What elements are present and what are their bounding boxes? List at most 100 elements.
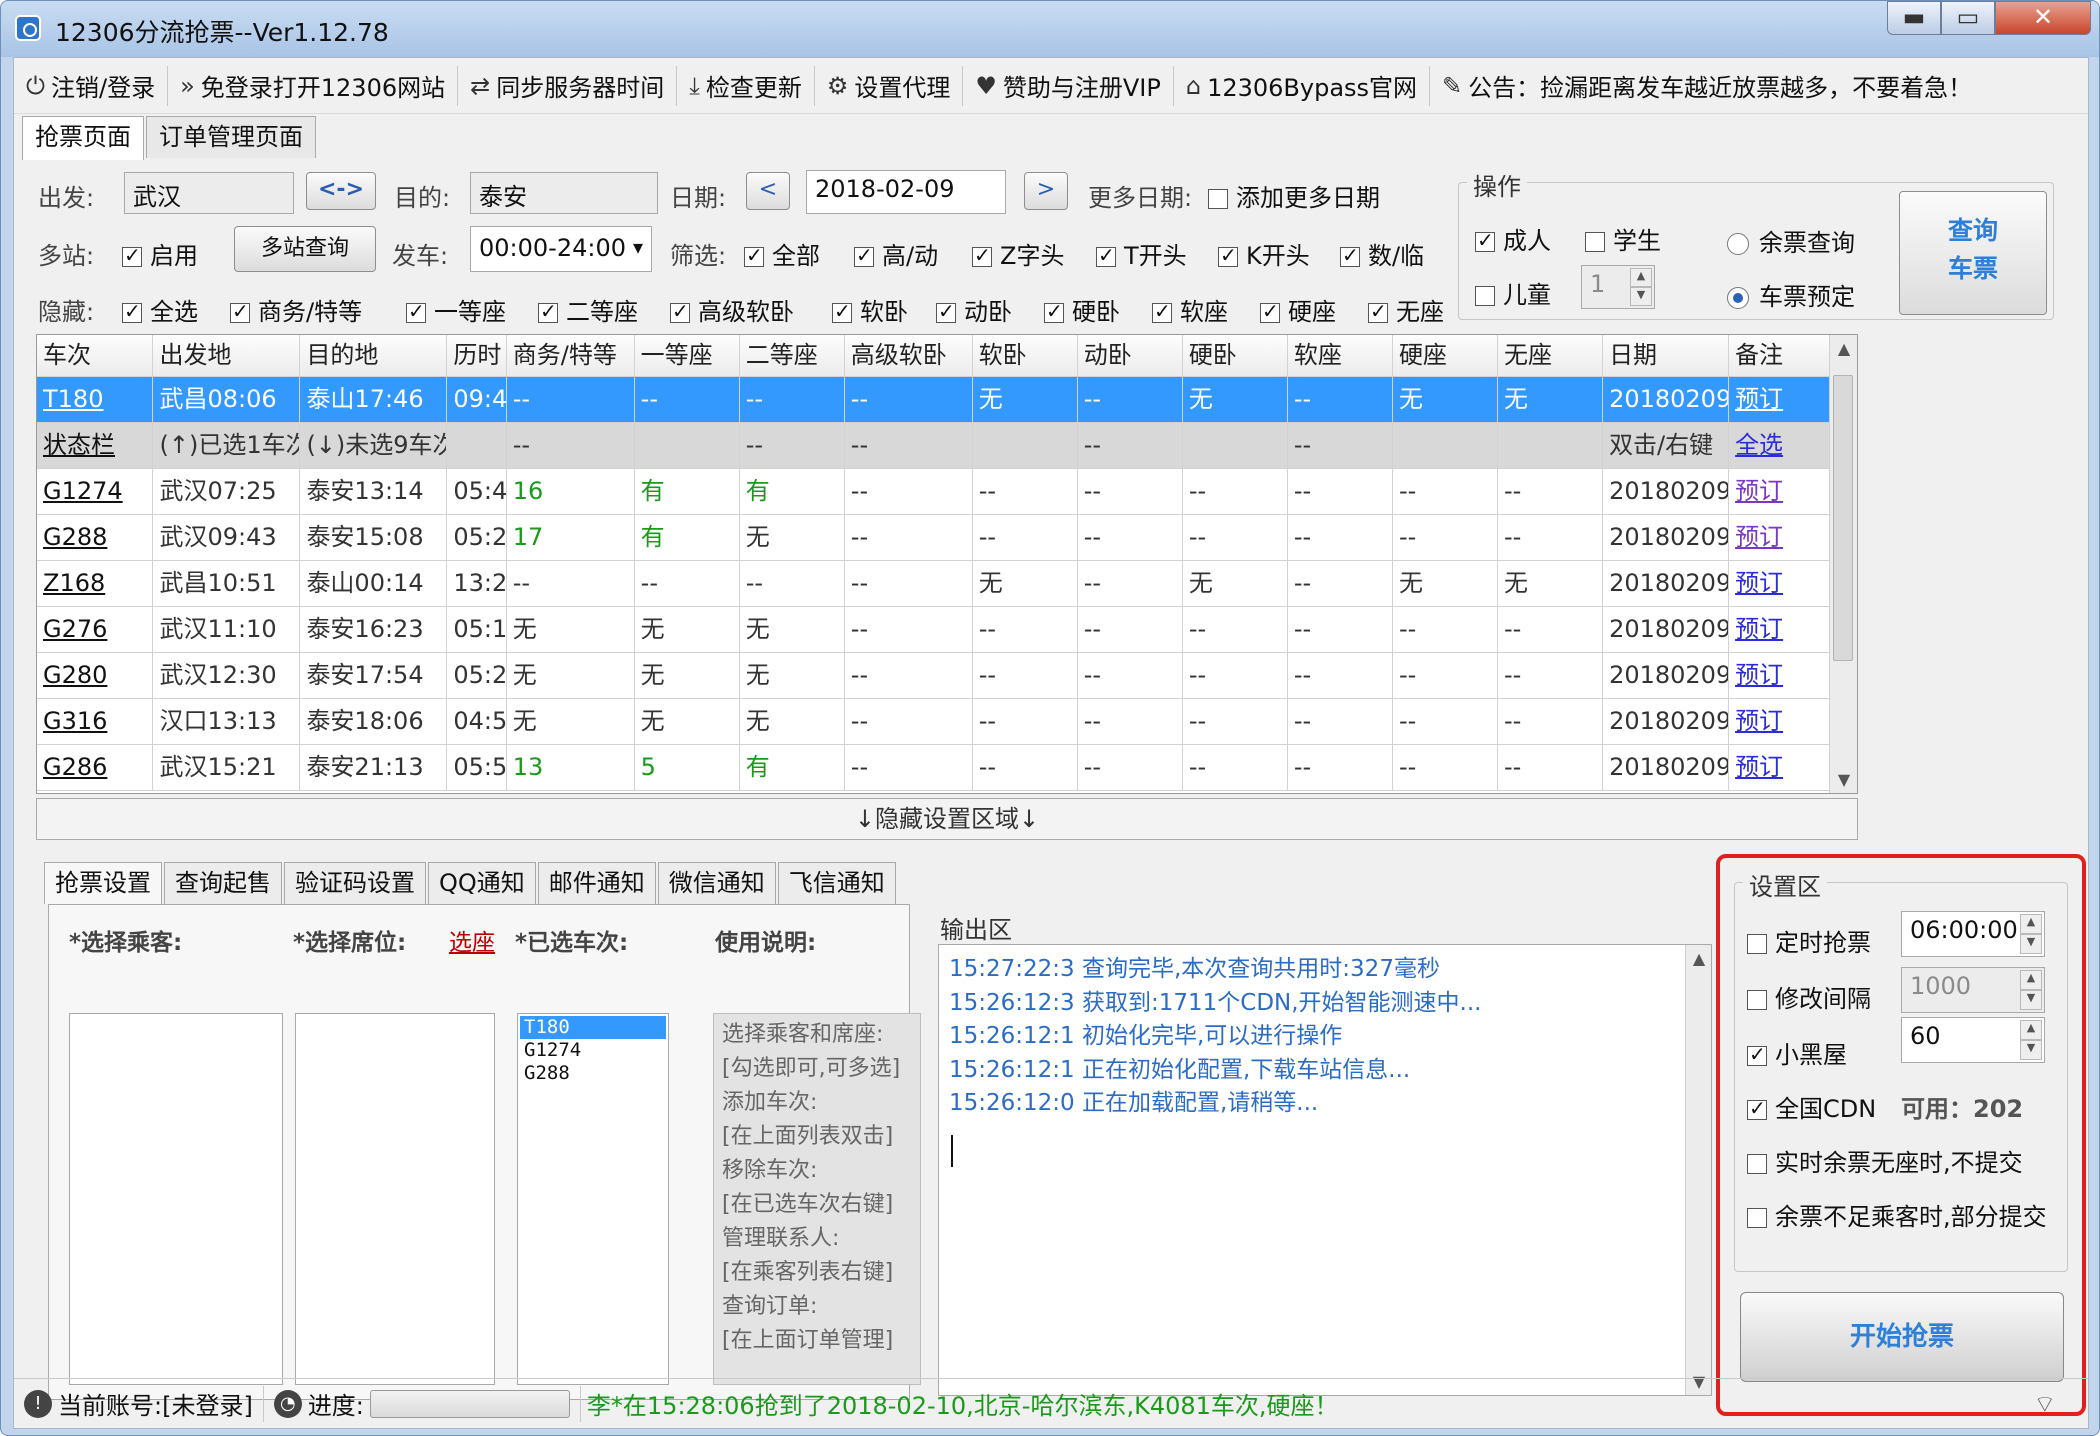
hide-soft-sleeper-checkbox[interactable]: 软卧	[832, 292, 908, 327]
table-row[interactable]: G1274武汉07:25泰安13:1405:4916有有------------…	[37, 469, 1857, 515]
logout-login-button[interactable]: ⏻ 注销/登录	[14, 65, 169, 106]
output-scrollbar[interactable]: ▲ ▼	[1685, 945, 1711, 1395]
filter-t-checkbox[interactable]: T开头	[1096, 236, 1187, 271]
depart-time-select[interactable]: 00:00-24:00 ▾	[470, 226, 652, 272]
maximize-button[interactable]: ▭	[1941, 1, 1995, 35]
official-site-button[interactable]: ⌂ 12306Bypass官网	[1174, 65, 1431, 106]
partial-submit-checkbox[interactable]: 余票不足乘客时,部分提交	[1747, 1197, 2047, 1232]
national-cdn-checkbox[interactable]: 全国CDN	[1747, 1089, 1876, 1124]
minimize-button[interactable]: ▬	[1887, 1, 1941, 35]
hide-soft-seat-checkbox[interactable]: 软座	[1152, 292, 1228, 327]
scroll-down-icon[interactable]: ▼	[1830, 770, 1857, 789]
scroll-up-icon[interactable]: ▲	[1686, 949, 1712, 968]
scroll-thumb[interactable]	[1833, 375, 1853, 661]
stepper-down-icon[interactable]: ▼	[2020, 990, 2042, 1010]
passenger-list[interactable]	[69, 1013, 283, 1385]
tab-fetion-notify[interactable]: 飞信通知	[777, 862, 896, 904]
hide-hard-seat-checkbox[interactable]: 硬座	[1260, 292, 1336, 327]
table-row[interactable]: G286武汉15:21泰安21:1305:52135有-------------…	[37, 745, 1857, 791]
prev-date-button[interactable]: <	[746, 172, 790, 210]
ticket-booking-radio[interactable]: 车票预定	[1727, 277, 1855, 312]
output-log[interactable]: 15:27:22:3 查询完毕,本次查询共用时:327毫秒 15:26:12:3…	[938, 944, 1712, 1396]
from-station-input[interactable]: 武汉	[124, 172, 294, 214]
multi-station-query-button[interactable]: 多站查询	[234, 226, 376, 272]
stepper-up-icon[interactable]: ▲	[2020, 1020, 2042, 1040]
cell-train-no[interactable]: G288	[37, 515, 154, 560]
blackroom-checkbox[interactable]: 小黑屋	[1747, 1035, 1847, 1070]
to-station-input[interactable]: 泰安	[470, 172, 658, 214]
table-scrollbar[interactable]: ▲ ▼	[1829, 335, 1857, 793]
table-row[interactable]: G316汉口13:13泰安18:0604:53无无无--------------…	[37, 699, 1857, 745]
announcement[interactable]: ✎ 公告：捡漏距离发车越近放票越多，不要着急！	[1430, 66, 1984, 106]
list-item[interactable]: G1274	[520, 1039, 666, 1062]
hide-no-seat-checkbox[interactable]: 无座	[1368, 292, 1444, 327]
filter-z-checkbox[interactable]: Z字头	[972, 236, 1064, 271]
sync-time-button[interactable]: ⇄ 同步服务器时间	[458, 65, 678, 106]
close-button[interactable]: ✕	[1995, 1, 2091, 35]
hide-business-checkbox[interactable]: 商务/特等	[230, 292, 362, 327]
list-item[interactable]: T180	[520, 1016, 666, 1039]
filter-num-checkbox[interactable]: 数/临	[1340, 236, 1424, 271]
interval-stepper[interactable]: 1000 ▲ ▼	[1901, 967, 2045, 1013]
hide-settings-toggle[interactable]: ↓隐藏设置区域↓	[36, 798, 1858, 840]
cell-train-no[interactable]: G280	[37, 653, 154, 698]
timed-grab-time-input[interactable]: 06:00:00 ▲ ▼	[1901, 911, 2045, 957]
tab-wechat-notify[interactable]: 微信通知	[657, 862, 776, 904]
table-row[interactable]: Z168武昌10:51泰山00:1413:23--------无--无--无无2…	[37, 561, 1857, 607]
multi-station-enable-checkbox[interactable]: 启用	[122, 236, 198, 271]
next-date-button[interactable]: >	[1024, 172, 1068, 210]
stepper-down-icon[interactable]: ▼	[2020, 934, 2042, 954]
tab-email-notify[interactable]: 邮件通知	[537, 862, 656, 904]
child-checkbox[interactable]: 儿童	[1475, 275, 1551, 310]
cell-train-no[interactable]: Z168	[37, 561, 154, 606]
list-item[interactable]: G288	[520, 1062, 666, 1085]
tab-qq-notify[interactable]: QQ通知	[428, 862, 536, 904]
cell-train-no[interactable]: T180	[37, 377, 154, 422]
sponsor-vip-button[interactable]: ♥ 赞助与注册VIP	[963, 65, 1174, 106]
table-row[interactable]: G288武汉09:43泰安15:0805:2517有无-------------…	[37, 515, 1857, 561]
hide-all-checkbox[interactable]: 全选	[122, 292, 198, 327]
hide-moving-sleeper-checkbox[interactable]: 动卧	[936, 292, 1012, 327]
cell-train-no[interactable]: G286	[37, 745, 154, 790]
filter-gd-checkbox[interactable]: 高/动	[854, 236, 938, 271]
tab-presale-query[interactable]: 查询起售	[164, 862, 282, 904]
realtime-no-seat-checkbox[interactable]: 实时余票无座时,不提交	[1747, 1143, 2023, 1178]
tab-grab-tickets[interactable]: 抢票页面	[22, 116, 144, 160]
blackroom-stepper[interactable]: 60 ▲ ▼	[1901, 1017, 2045, 1063]
table-row[interactable]: 状态栏 (↑)已选1车次 (↓)未选9车次 -- -- -- -- -- 双击/右键 全选	[37, 423, 1857, 469]
filter-k-checkbox[interactable]: K开头	[1218, 236, 1310, 271]
hide-first-class-checkbox[interactable]: 一等座	[406, 292, 506, 327]
swap-stations-button[interactable]: <->	[306, 172, 376, 210]
scroll-up-icon[interactable]: ▲	[1830, 339, 1857, 358]
table-row[interactable]: G280武汉12:30泰安17:5405:24无无无--------------…	[37, 653, 1857, 699]
seat-list[interactable]	[295, 1013, 495, 1385]
stepper-down-icon[interactable]: ▼	[2020, 1040, 2042, 1060]
adult-checkbox[interactable]: 成人	[1475, 221, 1551, 256]
filter-all-checkbox[interactable]: 全部	[744, 236, 820, 271]
student-checkbox[interactable]: 学生	[1585, 221, 1661, 256]
proxy-settings-button[interactable]: ⚙ 设置代理	[815, 65, 964, 106]
hide-deluxe-sleeper-checkbox[interactable]: 高级软卧	[670, 292, 794, 327]
modify-interval-checkbox[interactable]: 修改间隔	[1747, 979, 1871, 1014]
table-row[interactable]: T180武昌08:06泰山17:4609:40--------无--无--无无2…	[37, 377, 1857, 423]
more-date-checkbox[interactable]: 添加更多日期	[1208, 178, 1380, 213]
tab-captcha-settings[interactable]: 验证码设置	[284, 862, 426, 904]
date-input[interactable]: 2018-02-09	[806, 170, 1006, 214]
choose-seat-link[interactable]: 选座	[449, 923, 495, 957]
start-grab-button[interactable]: 开始抢票	[1740, 1292, 2064, 1382]
stepper-down-icon[interactable]: ▼	[1630, 287, 1652, 306]
selected-trains-list[interactable]: T180 G1274 G288	[517, 1013, 669, 1385]
cell-train-no[interactable]: G1274	[37, 469, 154, 514]
stepper-up-icon[interactable]: ▲	[2020, 914, 2042, 934]
tab-order-management[interactable]: 订单管理页面	[146, 116, 316, 158]
check-update-button[interactable]: ⤓ 检查更新	[677, 65, 815, 106]
hide-second-class-checkbox[interactable]: 二等座	[538, 292, 638, 327]
remain-query-radio[interactable]: 余票查询	[1727, 223, 1855, 258]
cell-train-no[interactable]: 状态栏	[37, 423, 154, 468]
cell-train-no[interactable]: G316	[37, 699, 154, 744]
hide-hard-sleeper-checkbox[interactable]: 硬卧	[1044, 292, 1120, 327]
cell-train-no[interactable]: G276	[37, 607, 154, 652]
timed-grab-checkbox[interactable]: 定时抢票	[1747, 923, 1871, 958]
child-count-stepper[interactable]: 1 ▲ ▼	[1581, 265, 1655, 309]
table-row[interactable]: G276武汉11:10泰安16:2305:13无无无--------------…	[37, 607, 1857, 653]
